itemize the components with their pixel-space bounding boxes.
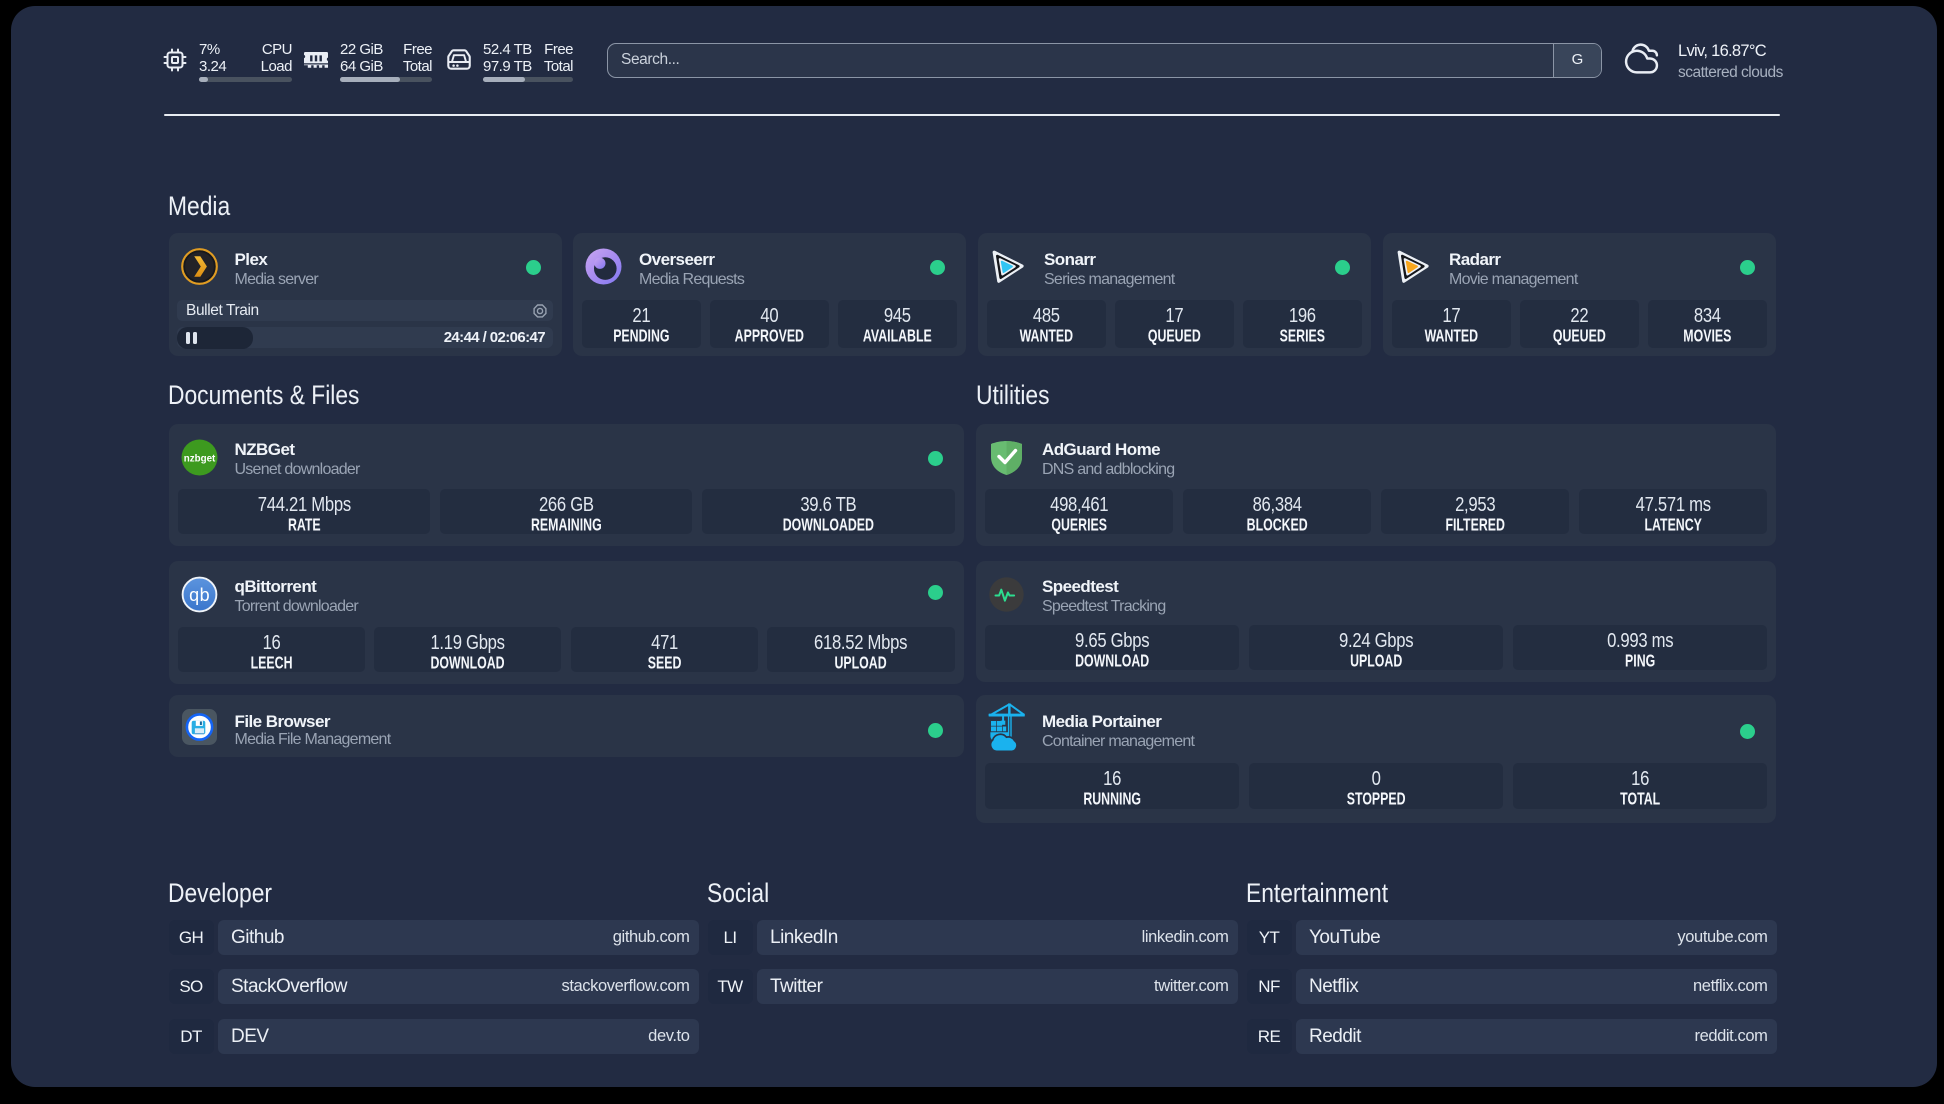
svg-text:nzbget: nzbget: [183, 453, 215, 464]
svg-text:qb: qb: [189, 584, 210, 604]
